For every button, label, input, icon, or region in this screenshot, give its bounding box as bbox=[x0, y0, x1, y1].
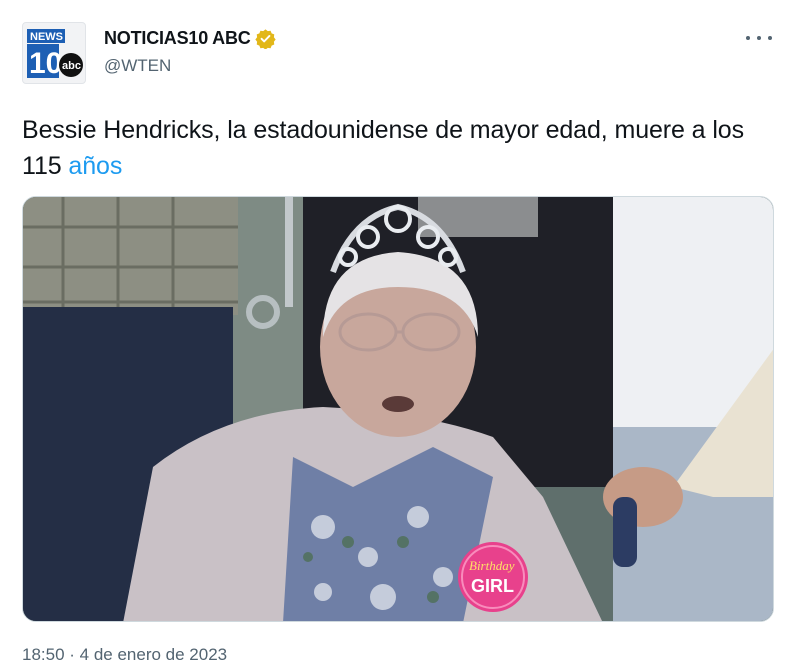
verified-badge-icon bbox=[254, 29, 276, 49]
more-options-icon[interactable] bbox=[746, 28, 772, 48]
tweet-text-body: Bessie Hendricks, la estadounidense de m… bbox=[22, 116, 744, 180]
author-handle[interactable]: @WTEN bbox=[104, 56, 171, 76]
author-name-row[interactable]: NOTICIAS10 ABC bbox=[104, 28, 276, 49]
avatar-logo-top: NEWS bbox=[30, 31, 63, 43]
tweet-text: Bessie Hendricks, la estadounidense de m… bbox=[22, 112, 782, 184]
tweet-photo[interactable]: Birthday GIRL bbox=[22, 196, 774, 622]
tweet-timestamp[interactable]: 18:50 · 4 de enero de 2023 bbox=[22, 645, 227, 665]
author-display-name[interactable]: NOTICIAS10 ABC bbox=[104, 28, 251, 49]
avatar-logo-network: abc bbox=[62, 60, 81, 72]
badge-text-line1: Birthday bbox=[469, 558, 515, 573]
badge-text-line2: GIRL bbox=[471, 576, 514, 596]
avatar[interactable]: NEWS 10 abc bbox=[22, 22, 86, 84]
hashtag-link[interactable]: años bbox=[68, 152, 122, 180]
tweet-card: NEWS 10 abc NOTICIAS10 ABC @WTEN Bessie … bbox=[0, 0, 800, 669]
avatar-logo-number: 10 bbox=[29, 47, 62, 80]
